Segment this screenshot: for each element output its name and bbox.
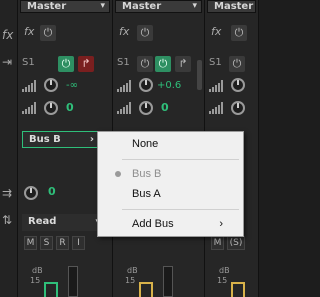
menu-item-label: Add Bus	[132, 218, 174, 230]
send-level-knob[interactable]	[139, 78, 153, 92]
fx-icon: fx	[2, 28, 14, 42]
level-meter	[68, 266, 78, 297]
db-tick: 15	[30, 276, 41, 285]
send-level-icon	[209, 80, 223, 92]
send-level-icon	[117, 80, 131, 92]
send-prefader-button[interactable]: ↱	[175, 56, 191, 72]
volume-fader[interactable]	[44, 282, 58, 297]
send-power-button[interactable]: ⏻	[58, 56, 74, 72]
output-master-label: Master	[214, 1, 254, 12]
output-master-select[interactable]: Master ▾	[20, 0, 110, 13]
output-master-select[interactable]: Master	[207, 0, 256, 13]
menu-separator	[122, 159, 239, 160]
send-level-value: -∞	[66, 80, 78, 91]
msri-buttons: M S R I	[24, 236, 85, 250]
chevron-right-icon: ›	[89, 134, 94, 145]
fx-power-button[interactable]: ⏻	[137, 25, 153, 41]
fx-icon[interactable]: fx	[119, 25, 129, 38]
bus-select[interactable]: Bus B ›	[22, 131, 101, 148]
output-master-select[interactable]: Master ▾	[115, 0, 202, 13]
fx-row: fx ⏻	[18, 22, 112, 44]
automation-mode-select[interactable]: Read ▾	[22, 214, 106, 231]
send-level-knob[interactable]	[231, 78, 245, 92]
send-pan-knob[interactable]	[139, 101, 153, 115]
output-master-label: Master	[27, 1, 67, 12]
menu-item-label: Bus B	[132, 168, 162, 180]
send-prefader-button[interactable]: ↱	[78, 56, 94, 72]
solo-button[interactable]: S	[40, 236, 53, 250]
eq-knob[interactable]	[24, 186, 38, 200]
menu-separator	[122, 209, 239, 210]
db-tick: 15	[217, 276, 228, 285]
db-tick: 15	[125, 276, 136, 285]
submenu-arrow-icon: ›	[219, 218, 223, 230]
send-power-button-on[interactable]: ⏻	[155, 56, 171, 72]
track-header-gutter: fx ⇥ ⇉ ⇅	[0, 0, 18, 297]
menu-item-label: None	[132, 138, 159, 150]
mute-button[interactable]: M	[211, 236, 224, 250]
menu-item-add-bus[interactable]: Add Bus ›	[98, 214, 243, 234]
fx-row: fx ⏻	[113, 22, 204, 44]
input-routing-icon: ⇥	[2, 55, 13, 69]
level-meter	[163, 266, 173, 297]
volume-fader[interactable]	[139, 282, 153, 297]
send-power-button[interactable]: ⏻	[229, 56, 245, 72]
db-label: dB	[219, 266, 230, 275]
input-label: S1	[22, 57, 35, 68]
input-label: S1	[117, 57, 130, 68]
send-pan-knob[interactable]	[44, 101, 58, 115]
record-button[interactable]: R	[56, 236, 69, 250]
chevron-down-icon: ▾	[192, 1, 197, 11]
mute-button[interactable]: M	[24, 236, 37, 250]
chevron-down-icon: ▾	[100, 1, 105, 11]
send-level-value: +0.6	[157, 80, 182, 91]
input-monitor-button[interactable]: I	[72, 236, 85, 250]
menu-item-bus-b: Bus B	[98, 164, 243, 184]
pan-level-icon	[209, 102, 223, 114]
fx-icon[interactable]: fx	[211, 25, 221, 38]
send-pan-value: 0	[66, 101, 74, 114]
eq-value: 0	[48, 185, 56, 198]
send-icon: ⇉	[2, 186, 13, 200]
db-label: dB	[32, 266, 43, 275]
menu-item-none[interactable]: None	[98, 134, 243, 154]
db-label: dB	[127, 266, 138, 275]
pan-level-icon	[22, 102, 36, 114]
msri-buttons: M (S)	[211, 236, 245, 250]
send-pan-value: 0	[161, 101, 169, 114]
send-level-icon	[22, 80, 36, 92]
automation-mode-label: Read	[28, 216, 57, 227]
strip-scrollbar[interactable]	[197, 60, 202, 90]
bus-select-label: Bus B	[29, 134, 61, 145]
automation-icon: ⇅	[2, 213, 13, 227]
fx-power-button[interactable]: ⏻	[231, 25, 247, 41]
menu-item-label: Bus A	[132, 188, 161, 200]
output-master-label: Master	[122, 1, 162, 12]
selected-bullet-icon	[115, 171, 121, 177]
volume-fader[interactable]	[231, 282, 245, 297]
fx-icon[interactable]: fx	[24, 25, 34, 38]
solo-button[interactable]: (S)	[227, 236, 245, 250]
send-pan-knob[interactable]	[231, 101, 245, 115]
fx-power-button[interactable]: ⏻	[40, 25, 56, 41]
send-level-knob[interactable]	[44, 78, 58, 92]
bus-context-menu: None Bus B Bus A Add Bus ›	[97, 131, 244, 237]
send-power-button[interactable]: ⏻	[137, 56, 153, 72]
fx-row: fx ⏻	[205, 22, 258, 44]
input-label: S1	[209, 57, 222, 68]
pan-level-icon	[117, 102, 131, 114]
menu-item-bus-a[interactable]: Bus A	[98, 184, 243, 204]
